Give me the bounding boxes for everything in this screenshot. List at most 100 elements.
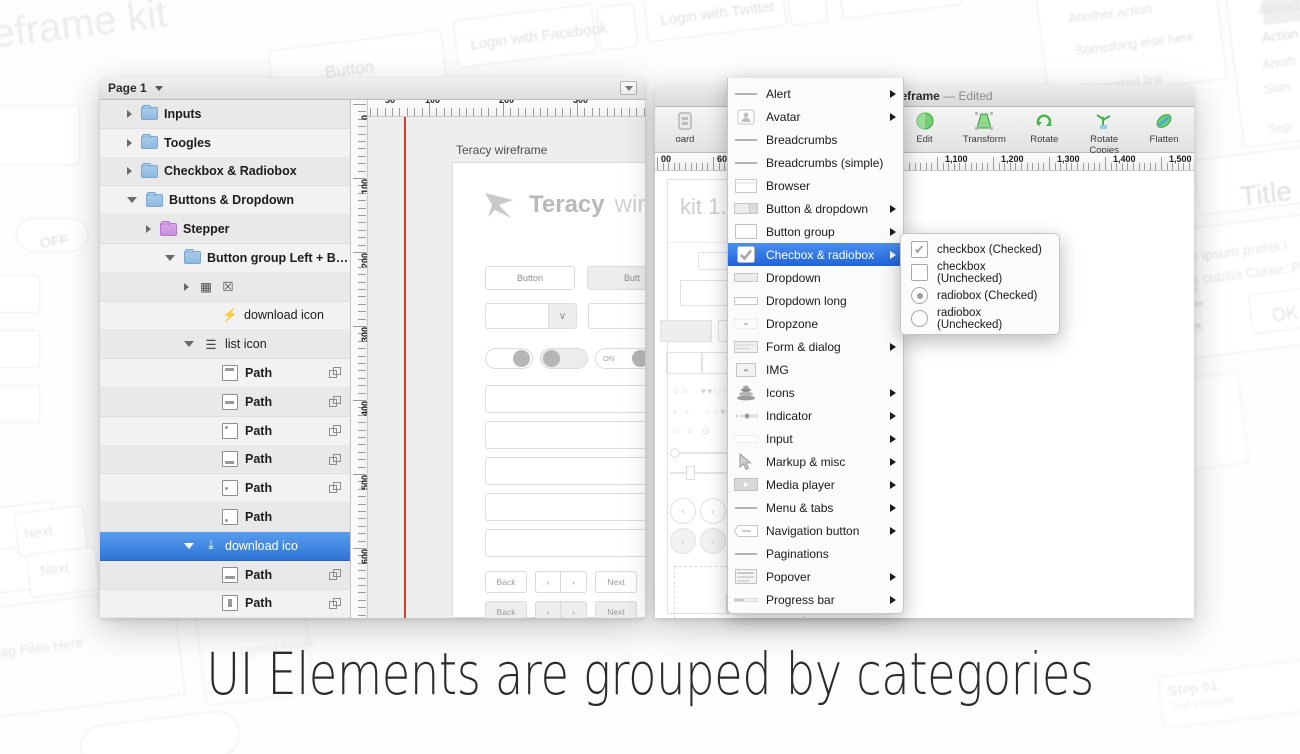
layer-row[interactable]: Path: [100, 387, 350, 417]
duplicate-icon[interactable]: [329, 367, 341, 379]
menu-item-input[interactable]: Input: [728, 427, 903, 450]
layer-row[interactable]: ⤓ download ico: [100, 531, 350, 561]
wireframe-input-4[interactable]: [485, 493, 645, 521]
layer-row[interactable]: Path: [100, 503, 350, 532]
layer-row[interactable]: ☰ list icon: [100, 330, 350, 360]
menu-item-indicator[interactable]: Indicator: [728, 404, 903, 427]
menu-item-alert[interactable]: Alert: [728, 82, 903, 105]
page-selector[interactable]: Page 1: [108, 81, 164, 95]
wireframe-input-2[interactable]: [485, 421, 645, 449]
layer-row[interactable]: Toogles: [100, 128, 350, 158]
toolbar-clipboard[interactable]: oard: [655, 110, 715, 145]
pager-prev[interactable]: ‹: [535, 601, 561, 618]
menu-item-menu-tabs[interactable]: Menu & tabs: [728, 496, 903, 519]
layer-row[interactable]: ▦ ☒: [100, 272, 350, 302]
chevron-down-icon: [624, 85, 633, 91]
menu-item-navigation-button[interactable]: Navigation button: [728, 519, 903, 542]
horizontal-ruler[interactable]: 50 100 200 300: [351, 100, 645, 117]
menu-item-browser[interactable]: Browser: [728, 174, 903, 197]
disclosure-closed-icon[interactable]: [146, 225, 151, 234]
menu-item-icons[interactable]: Icons: [728, 381, 903, 404]
duplicate-icon[interactable]: [329, 424, 341, 436]
layer-row[interactable]: Path: [100, 359, 350, 388]
pager-forward[interactable]: Next: [595, 571, 637, 593]
layer-row[interactable]: Checkbox & Radiobox: [100, 157, 350, 187]
wireframe-pagination-row-2[interactable]: Back ‹ › Next: [485, 601, 637, 618]
wireframe-toggle-2[interactable]: [540, 348, 588, 369]
wireframe-input-3[interactable]: [485, 457, 645, 485]
submenu-item-radio-unchecked[interactable]: radiobox (Unchecked): [901, 307, 1059, 331]
layer-row[interactable]: Path: [100, 445, 350, 475]
menu-item-form-dialog[interactable]: Form & dialog: [728, 335, 903, 358]
menu-item-breadcrumbs[interactable]: Breadcrumbs: [728, 128, 903, 151]
submenu-item-checkbox-checked[interactable]: ✔ checkbox (Checked): [901, 238, 1059, 261]
layer-row[interactable]: Path: [100, 589, 350, 618]
layer-row[interactable]: Button group Left + Butt…: [100, 243, 350, 273]
layer-row[interactable]: Stepper: [100, 215, 350, 244]
checkbox-radiobox-submenu[interactable]: ✔ checkbox (Checked) checkbox (Unchecked) r…: [900, 233, 1060, 335]
panel-options-button[interactable]: [620, 81, 637, 95]
duplicate-icon[interactable]: [329, 395, 341, 407]
submenu-item-checkbox-unchecked[interactable]: checkbox (Unchecked): [901, 261, 1059, 285]
pager-back[interactable]: Back: [485, 571, 527, 593]
layer-row[interactable]: Inputs: [100, 100, 350, 129]
submenu-item-radio-checked[interactable]: radiobox (Checked): [901, 284, 1059, 307]
menu-item-checbox-radiobox[interactable]: Checbox & radiobox: [728, 243, 903, 266]
menu-item-breadcrumbs-simple[interactable]: Breadcrumbs (simple): [728, 151, 903, 174]
menu-item-dropdown-long[interactable]: Dropdown long: [728, 289, 903, 312]
artboard[interactable]: Teracy wir Button Butt ∨ ON Back ‹ › Nex…: [452, 162, 645, 618]
duplicate-icon[interactable]: [329, 453, 341, 465]
disclosure-closed-icon[interactable]: [127, 109, 132, 118]
layers-panel[interactable]: Inputs Toogles Checkbox & Radiobox Buttons …: [100, 100, 351, 618]
wireframe-input-5[interactable]: [485, 529, 645, 557]
disclosure-open-icon[interactable]: [127, 197, 137, 204]
layer-row[interactable]: ⚡ download icon: [100, 301, 350, 331]
menu-item-media-player[interactable]: Media player: [728, 473, 903, 496]
menu-item-popover[interactable]: Popover: [728, 565, 903, 588]
menu-item-img[interactable]: IMG: [728, 358, 903, 381]
menu-item-markup-misc[interactable]: Markup & misc: [728, 450, 903, 473]
toolbar-transform[interactable]: Transform: [954, 110, 1014, 145]
pager-forward[interactable]: Next: [595, 601, 637, 618]
toolbar-rotate-copies[interactable]: Rotate Copies: [1074, 110, 1134, 156]
menu-item-dropdown[interactable]: Dropdown: [728, 266, 903, 289]
vertical-ruler[interactable]: 0100200300400500600700800: [351, 100, 368, 618]
menu-item-avatar[interactable]: Avatar: [728, 105, 903, 128]
pager-prev[interactable]: ‹: [535, 571, 561, 593]
disclosure-open-icon[interactable]: [165, 254, 175, 261]
disclosure-closed-icon[interactable]: [184, 282, 189, 291]
toolbar-flatten[interactable]: Flatten: [1134, 110, 1194, 145]
disclosure-closed-icon[interactable]: [127, 138, 132, 147]
canvas-surface[interactable]: Teracy wireframe Teracy wir Button Butt …: [368, 117, 645, 618]
toolbar-rotate[interactable]: Rotate: [1014, 110, 1074, 145]
wireframe-select-1[interactable]: ∨: [485, 303, 577, 329]
menu-item-button-group[interactable]: Button group: [728, 220, 903, 243]
menu-item-paginations[interactable]: Paginations: [728, 542, 903, 565]
insert-elements-menu[interactable]: Alert Avatar Breadcrumbs Breadcrumbs (simpl…: [727, 78, 904, 614]
wireframe-input-1[interactable]: [485, 385, 645, 413]
wireframe-toggle-1[interactable]: [485, 348, 533, 369]
pager-next[interactable]: ›: [561, 571, 587, 593]
wireframe-toggle-3[interactable]: ON: [595, 348, 645, 369]
menu-item-dropzone[interactable]: Dropzone: [728, 312, 903, 335]
duplicate-icon[interactable]: [329, 482, 341, 494]
disclosure-open-icon[interactable]: [184, 341, 194, 348]
submenu-arrow-icon: [890, 434, 896, 443]
disclosure-open-icon[interactable]: [184, 542, 194, 549]
layer-row[interactable]: Buttons & Dropdown: [100, 186, 350, 216]
window1-canvas[interactable]: 50100200300 0100200300400500600700800 Te…: [351, 100, 645, 618]
menu-item-button-dropdown[interactable]: Button & dropdown: [728, 197, 903, 220]
pager-next[interactable]: ›: [561, 601, 587, 618]
wireframe-pagination-row-1[interactable]: Back ‹ › Next: [485, 571, 637, 593]
duplicate-icon[interactable]: [329, 568, 341, 580]
disclosure-closed-icon[interactable]: [127, 167, 132, 176]
wireframe-button-2[interactable]: Butt: [587, 266, 645, 290]
menu-item-progress-bar[interactable]: Progress bar: [728, 588, 903, 611]
pager-back[interactable]: Back: [485, 601, 527, 618]
wireframe-select-2[interactable]: [588, 303, 645, 329]
duplicate-icon[interactable]: [329, 597, 341, 609]
layer-row[interactable]: Path: [100, 416, 350, 446]
layer-row[interactable]: Path: [100, 474, 350, 504]
layer-row[interactable]: Path: [100, 560, 350, 590]
wireframe-button-1[interactable]: Button: [485, 266, 575, 290]
